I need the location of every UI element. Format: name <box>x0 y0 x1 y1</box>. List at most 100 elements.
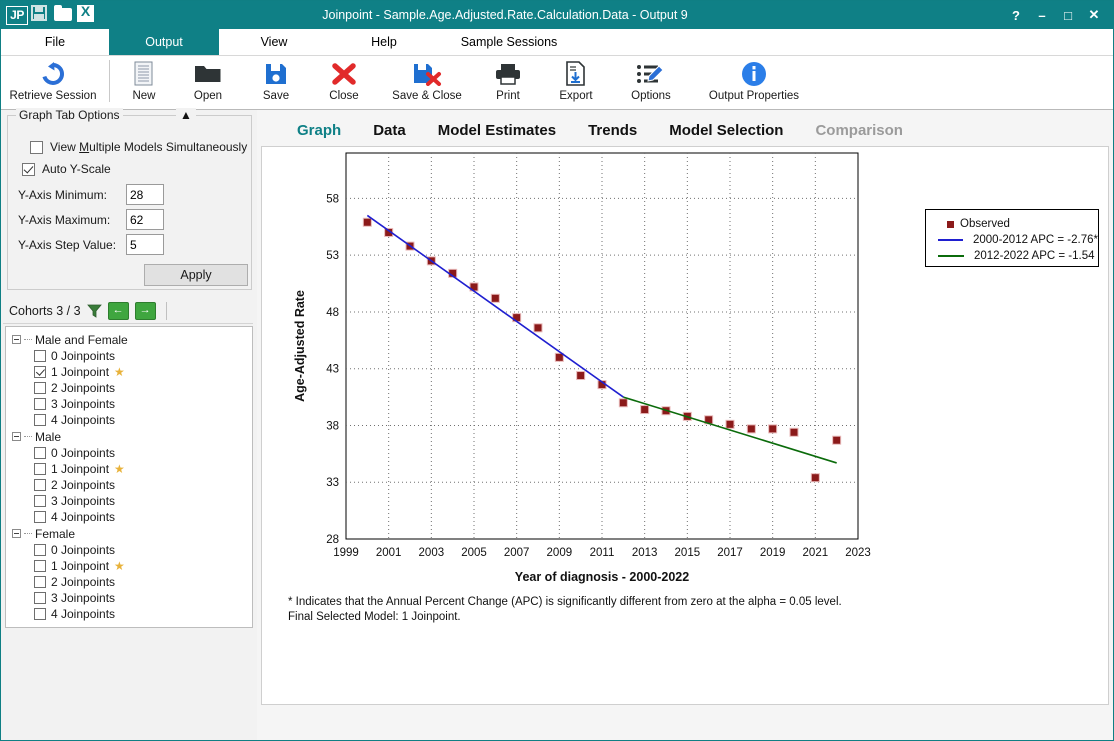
retrieve-session-button[interactable]: Retrieve Session <box>1 58 105 108</box>
tree-item[interactable]: 1 Joinpoint★ <box>6 461 252 477</box>
apply-button[interactable]: Apply <box>144 264 248 286</box>
maximize-button[interactable]: □ <box>1055 2 1081 28</box>
tree-item[interactable]: 4 Joinpoints <box>6 509 252 525</box>
tree-item-checkbox[interactable] <box>34 382 46 394</box>
tree-group-female[interactable]: Female <box>6 525 252 542</box>
view-multiple-models-checkbox[interactable] <box>30 141 43 154</box>
y-axis-maximum-input[interactable] <box>126 209 164 230</box>
legend-marker-square-icon <box>947 221 954 228</box>
tree-item-checkbox[interactable] <box>34 608 46 620</box>
collapse-group-icon[interactable] <box>12 335 21 344</box>
svg-text:2005: 2005 <box>461 547 487 559</box>
collapse-group-icon[interactable] <box>12 432 21 441</box>
funnel-filter-icon[interactable] <box>87 304 102 318</box>
footnote-line-2: Final Selected Model: 1 Joinpoint. <box>288 610 988 625</box>
tree-item[interactable]: 3 Joinpoints <box>6 396 252 412</box>
info-circle-icon <box>741 59 767 89</box>
legend-entry-segment2: 2012-2022 APC = -1.54 <box>938 248 1098 264</box>
menu-item-output[interactable]: Output <box>109 29 219 55</box>
tab-trends[interactable]: Trends <box>572 122 653 139</box>
save-label: Save <box>263 90 289 102</box>
menu-item-file[interactable]: File <box>1 29 109 55</box>
save-button[interactable]: Save <box>242 58 310 108</box>
tree-item[interactable]: 3 Joinpoints <box>6 493 252 509</box>
tree-item-checkbox[interactable] <box>34 479 46 491</box>
svg-text:Year of diagnosis - 2000-2022: Year of diagnosis - 2000-2022 <box>515 570 689 584</box>
tree-item[interactable]: 3 Joinpoints <box>6 590 252 606</box>
tree-group-label: Male <box>35 430 61 444</box>
help-button[interactable]: ? <box>1003 2 1029 28</box>
collapse-group-icon[interactable] <box>12 529 21 538</box>
tree-item[interactable]: 1 Joinpoint★ <box>6 558 252 574</box>
next-cohort-button[interactable]: → <box>135 302 156 320</box>
output-properties-button[interactable]: Output Properties <box>690 58 818 108</box>
tree-connector <box>24 436 32 437</box>
tree-item-checkbox[interactable] <box>34 544 46 556</box>
menu-item-sample-sessions[interactable]: Sample Sessions <box>439 29 579 55</box>
open-button[interactable]: Open <box>174 58 242 108</box>
tree-item-checkbox[interactable] <box>34 576 46 588</box>
tree-item-label: 0 Joinpoints <box>51 446 115 460</box>
minimize-button[interactable]: – <box>1029 2 1055 28</box>
svg-text:43: 43 <box>326 364 339 376</box>
menu-item-help[interactable]: Help <box>329 29 439 55</box>
tree-item-checkbox[interactable] <box>34 592 46 604</box>
new-button[interactable]: New <box>114 58 174 108</box>
svg-text:48: 48 <box>326 307 339 319</box>
tree-item[interactable]: 4 Joinpoints <box>6 606 252 622</box>
tree-item-label: 1 Joinpoint <box>51 559 109 573</box>
tree-item-checkbox[interactable] <box>34 495 46 507</box>
tab-graph[interactable]: Graph <box>281 122 357 139</box>
svg-text:2009: 2009 <box>547 547 573 559</box>
tree-item[interactable]: 2 Joinpoints <box>6 380 252 396</box>
print-button[interactable]: Print <box>476 58 540 108</box>
auto-y-scale-checkbox-row[interactable]: Auto Y-Scale <box>22 162 111 176</box>
export-button[interactable]: Export <box>540 58 612 108</box>
save-icon[interactable] <box>31 5 51 25</box>
tree-group-male[interactable]: Male <box>6 428 252 445</box>
open-folder-icon[interactable] <box>54 5 74 25</box>
tree-item-checkbox[interactable] <box>34 366 46 378</box>
tab-model-selection[interactable]: Model Selection <box>653 122 799 139</box>
tree-item[interactable]: 0 Joinpoints <box>6 348 252 364</box>
tree-item[interactable]: 2 Joinpoints <box>6 574 252 590</box>
tree-item-checkbox[interactable] <box>34 350 46 362</box>
tree-item[interactable]: 2 Joinpoints <box>6 477 252 493</box>
tree-item[interactable]: 1 Joinpoint★ <box>6 364 252 380</box>
tree-group-label: Male and Female <box>35 333 128 347</box>
tree-item-checkbox[interactable] <box>34 398 46 410</box>
y-axis-step-input[interactable] <box>126 234 164 255</box>
best-model-star-icon: ★ <box>114 365 125 379</box>
svg-text:33: 33 <box>326 477 339 489</box>
tree-item-checkbox[interactable] <box>34 463 46 475</box>
tree-group-male-and-female[interactable]: Male and Female <box>6 331 252 348</box>
new-document-icon <box>133 59 155 89</box>
tree-item-checkbox[interactable] <box>34 414 46 426</box>
tree-item-checkbox[interactable] <box>34 560 46 572</box>
view-multiple-models-checkbox-row[interactable]: View Multiple Models Simultaneously <box>30 140 247 154</box>
tree-item-label: 3 Joinpoints <box>51 397 115 411</box>
previous-cohort-button[interactable]: ← <box>108 302 129 320</box>
tree-item[interactable]: 0 Joinpoints <box>6 445 252 461</box>
collapse-panel-icon[interactable]: ▲ <box>176 108 196 122</box>
tab-data[interactable]: Data <box>357 122 422 139</box>
tab-model-estimates[interactable]: Model Estimates <box>422 122 572 139</box>
graph-tab-options-group: Graph Tab Options ▲ View Multiple Models… <box>7 115 252 290</box>
close-button[interactable]: ✕ <box>1081 2 1107 28</box>
y-axis-minimum-input[interactable] <box>126 184 164 205</box>
ribbon-toolbar: Retrieve Session New Open Save Clos <box>1 56 1113 110</box>
tree-item[interactable]: 4 Joinpoints <box>6 412 252 428</box>
main-content: Graph Data Model Estimates Trends Model … <box>257 110 1113 740</box>
save-and-close-button[interactable]: Save & Close <box>378 58 476 108</box>
graph-tab-options-legend: Graph Tab Options <box>16 108 123 122</box>
auto-y-scale-checkbox[interactable] <box>22 163 35 176</box>
chart-footnote: * Indicates that the Annual Percent Chan… <box>288 595 988 625</box>
menu-item-view[interactable]: View <box>219 29 329 55</box>
excel-export-icon[interactable] <box>77 5 97 25</box>
tree-item-checkbox[interactable] <box>34 447 46 459</box>
tree-item-checkbox[interactable] <box>34 511 46 523</box>
svg-text:2011: 2011 <box>590 547 615 559</box>
options-button[interactable]: Options <box>612 58 690 108</box>
tree-item[interactable]: 0 Joinpoints <box>6 542 252 558</box>
close-button[interactable]: Close <box>310 58 378 108</box>
